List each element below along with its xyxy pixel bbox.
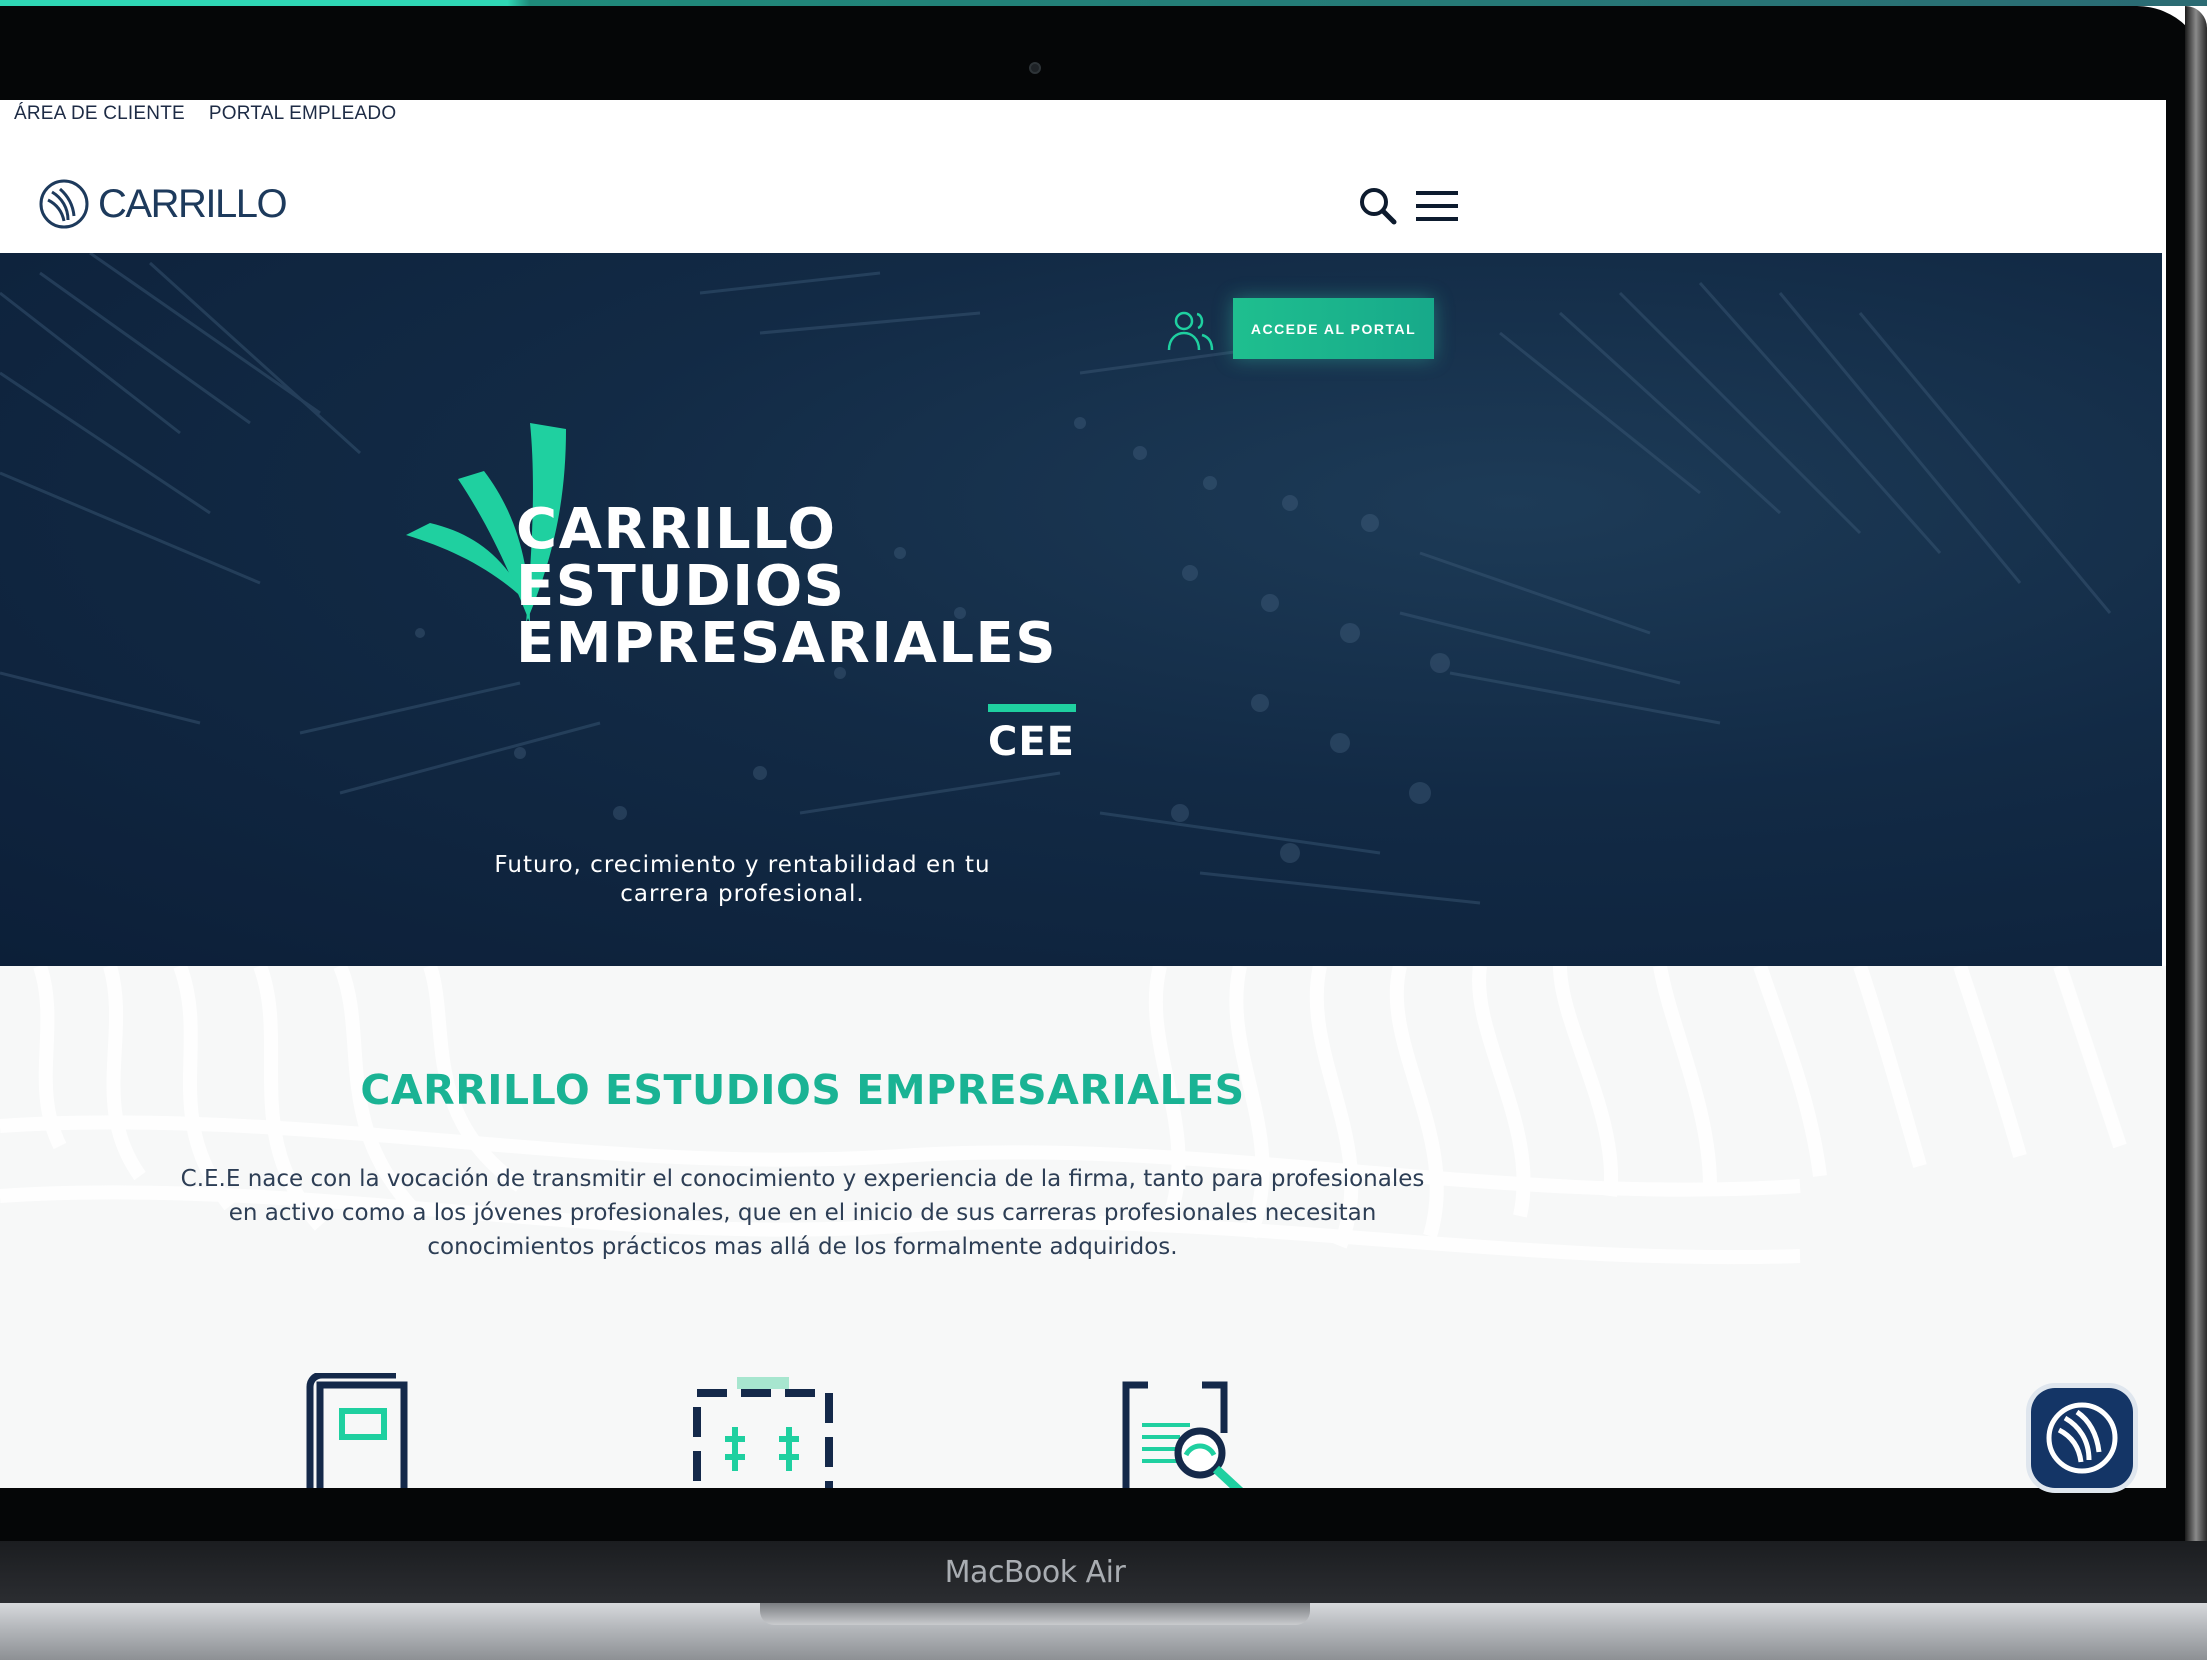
portal-access-button[interactable]: ACCEDE AL PORTAL <box>1233 298 1434 359</box>
link-area-cliente[interactable]: ÁREA DE CLIENTE <box>14 103 185 125</box>
book-icon[interactable] <box>306 1373 408 1488</box>
hero-title-line-2: ESTUDIOS <box>516 554 846 619</box>
intro-body-line-3: conocimientos prácticos mas allá de los … <box>427 1234 1178 1260</box>
menu-button[interactable] <box>1414 188 1460 224</box>
hero-title-line-3: EMPRESARIALES <box>516 611 1058 676</box>
intro-body-line-1: C.E.E nace con la vocación de transmitir… <box>180 1166 1425 1192</box>
briefcase-icon[interactable] <box>693 1373 833 1488</box>
hero-accent-line <box>988 704 1076 712</box>
intro-body: C.E.E nace con la vocación de transmitir… <box>110 1162 1495 1264</box>
hero-background-texture <box>0 253 2112 905</box>
hero-title: CARRILLO ESTUDIOS EMPRESARIALES <box>516 501 1057 672</box>
wave-background <box>0 966 2127 1265</box>
search-icon <box>1360 188 1397 225</box>
link-portal-empleado[interactable]: PORTAL EMPLEADO <box>209 103 396 125</box>
document-search-icon[interactable] <box>1120 1373 1250 1488</box>
intro-section: CARRILLO ESTUDIOS EMPRESARIALES C.E.E na… <box>0 966 2166 1488</box>
intro-title: CARRILLO ESTUDIOS EMPRESARIALES <box>360 1066 1245 1114</box>
utility-nav: ÁREA DE CLIENTE PORTAL EMPLEADO <box>14 102 396 126</box>
hero-tagline-line-2: carrera profesional. <box>620 881 865 907</box>
camera-icon <box>1029 62 1041 74</box>
users-icon <box>1167 311 1214 351</box>
hero-banner: ACCEDE AL PORTAL CARRILLO ESTUDIOS EMPRE… <box>0 253 2162 966</box>
carrillo-logo-icon <box>2046 1402 2118 1474</box>
browser-screen: ÁREA DE CLIENTE PORTAL EMPLEADO CARRILLO <box>0 100 2166 1488</box>
site-header: CARRILLO <box>0 140 2166 253</box>
laptop-notch <box>760 1603 1310 1625</box>
site-logo[interactable]: CARRILLO <box>38 178 288 230</box>
chat-button[interactable] <box>2031 1388 2133 1488</box>
intro-body-line-2: en activo como a los jóvenes profesional… <box>228 1200 1377 1226</box>
carrillo-logo-icon <box>39 179 89 229</box>
hero-tagline: Futuro, crecimiento y rentabilidad en tu… <box>440 851 1045 909</box>
hamburger-menu-icon <box>1416 191 1458 221</box>
hero-abbreviation: CEE <box>988 719 1076 765</box>
logo-wordmark: CARRILLO <box>98 181 288 226</box>
laptop-edge <box>2185 6 2207 1541</box>
hero-title-line-1: CARRILLO <box>516 497 837 562</box>
search-button[interactable] <box>1356 184 1400 228</box>
device-label: MacBook Air <box>944 1555 1126 1590</box>
hero-tagline-line-1: Futuro, crecimiento y rentabilidad en tu <box>494 852 991 878</box>
